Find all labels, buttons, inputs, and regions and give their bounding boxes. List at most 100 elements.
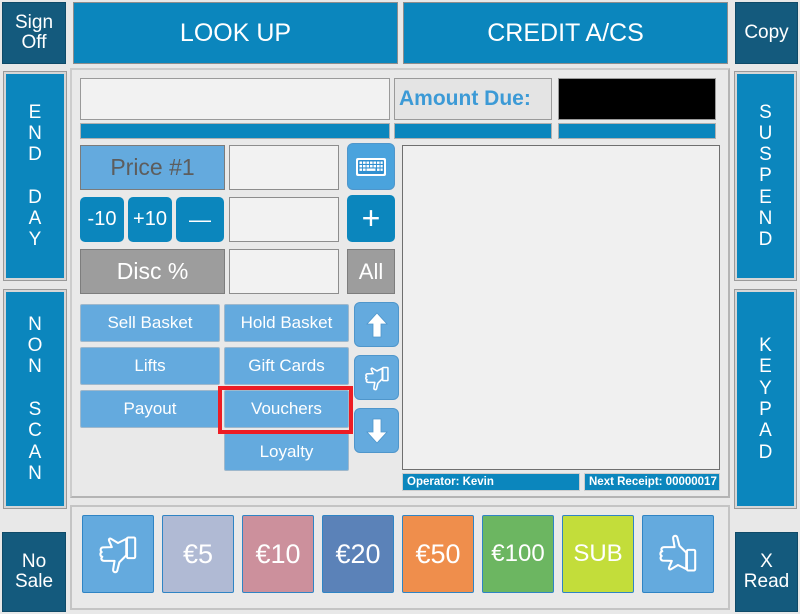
copy-button[interactable]: Copy [735,2,798,64]
minus-ten-button[interactable]: -10 [80,197,124,242]
suspend-letter: N [758,207,773,229]
vouchers-button[interactable]: Vouchers [224,390,349,428]
end-day-letter: E [28,101,42,123]
gift-cards-button[interactable]: Gift Cards [224,347,349,385]
sign-off-label-2: Off [21,32,47,53]
all-button[interactable]: All [347,249,395,294]
amount-due-value [558,78,716,120]
amount-due-text: Amount Due: [399,87,531,110]
void-line-button[interactable] [354,355,399,400]
next-receipt-label: Next Receipt: 00000017 [589,476,717,488]
price-1-label: Price #1 [110,154,195,181]
amount-value-underline-bar [558,123,716,139]
denom-label: €100 [491,540,545,568]
subtotal-button[interactable]: SUB [562,515,634,593]
credit-accounts-button[interactable]: CREDIT A/CS [403,2,728,64]
suspend-letter: S [759,144,772,166]
scan-entry-input[interactable] [80,78,390,120]
end-day-button[interactable]: E N D D A Y [3,71,67,281]
end-day-letter: Y [28,229,42,251]
sign-off-button[interactable]: Sign Off [2,2,66,64]
non-scan-letter: O [27,335,43,357]
non-scan-letter: N [28,313,42,335]
payout-label: Payout [123,399,177,419]
credit-accounts-label: CREDIT A/CS [487,18,644,47]
keyboard-button[interactable] [347,143,395,190]
end-day-letter: D [28,144,42,166]
thumbs-down-icon [96,532,140,576]
thumbs-down-icon [363,364,391,392]
receipt-display-area[interactable] [402,145,720,470]
x-read-button[interactable]: X Read [735,532,798,612]
suspend-button[interactable]: S U S P E N D [734,71,797,281]
payment-tray-panel: €5 €10 €20 €50 €100 SUB [70,505,730,610]
discount-percent-button[interactable]: Disc % [80,249,225,294]
minus-ten-label: -10 [87,208,117,230]
down-arrow-icon [365,417,389,445]
discount-percent-label: Disc % [116,258,189,285]
x-read-label-2: Read [743,571,790,592]
sell-basket-button[interactable]: Sell Basket [80,304,220,342]
up-arrow-icon [365,311,389,339]
no-sale-label-1: No [21,551,47,573]
end-day-letter: D [28,186,42,208]
keypad-button[interactable]: K E Y P A D [734,289,797,509]
denom-button-1[interactable]: €10 [242,515,314,593]
sign-off-label-1: Sign [14,12,54,34]
keypad-letter: A [759,420,772,442]
no-sale-button[interactable]: No Sale [2,532,66,612]
look-up-button[interactable]: LOOK UP [73,2,398,64]
keypad-letter: E [759,356,772,378]
suspend-letter: S [759,101,772,123]
price-1-button[interactable]: Price #1 [80,145,225,190]
hold-basket-button[interactable]: Hold Basket [224,304,349,342]
denom-button-4[interactable]: €100 [482,515,554,593]
entry-underline-bar [80,123,390,139]
non-scan-letter: N [28,462,42,484]
x-read-label-1: X [760,551,773,573]
void-transaction-button[interactable] [82,515,154,593]
price-1-readout [229,145,339,190]
quantity-readout [229,197,339,242]
confirm-transaction-button[interactable] [642,515,714,593]
non-scan-letter: C [28,420,42,442]
operator-label: Operator: Kevin [407,476,494,488]
suspend-letter: U [758,122,773,144]
scroll-up-button[interactable] [354,302,399,347]
look-up-label: LOOK UP [179,18,292,47]
loyalty-button[interactable]: Loyalty [224,433,349,471]
non-scan-letter: A [28,441,42,463]
thumbs-up-icon [656,532,700,576]
copy-label: Copy [744,22,789,44]
operator-status: Operator: Kevin [402,473,580,491]
plus-ten-button[interactable]: +10 [128,197,172,242]
plus-ten-label: +10 [133,208,167,230]
plus-button[interactable]: + [347,195,395,242]
keypad-letter: K [759,335,772,357]
vouchers-label: Vouchers [251,399,322,419]
denom-label: €10 [255,538,301,569]
keyboard-icon [355,156,387,178]
denom-button-2[interactable]: €20 [322,515,394,593]
scroll-down-button[interactable] [354,408,399,453]
denom-label: €50 [415,538,461,569]
end-day-letter: N [28,122,42,144]
loyalty-label: Loyalty [259,442,314,462]
payout-button[interactable]: Payout [80,390,220,428]
minus-button[interactable]: — [176,197,224,242]
hold-basket-label: Hold Basket [240,313,333,333]
non-scan-letter [32,378,37,399]
discount-readout [229,249,339,294]
denom-label: €5 [182,538,214,569]
denom-button-0[interactable]: €5 [162,515,234,593]
non-scan-button[interactable]: N O N S C A N [3,289,67,509]
amount-due-label: Amount Due: [394,78,552,120]
lifts-label: Lifts [134,356,166,376]
non-scan-letter: N [28,356,42,378]
lifts-button[interactable]: Lifts [80,347,220,385]
denom-button-3[interactable]: €50 [402,515,474,593]
next-receipt-status: Next Receipt: 00000017 [584,473,720,491]
denom-label: €20 [335,538,381,569]
sell-basket-label: Sell Basket [107,313,193,333]
suspend-letter: D [758,229,773,251]
